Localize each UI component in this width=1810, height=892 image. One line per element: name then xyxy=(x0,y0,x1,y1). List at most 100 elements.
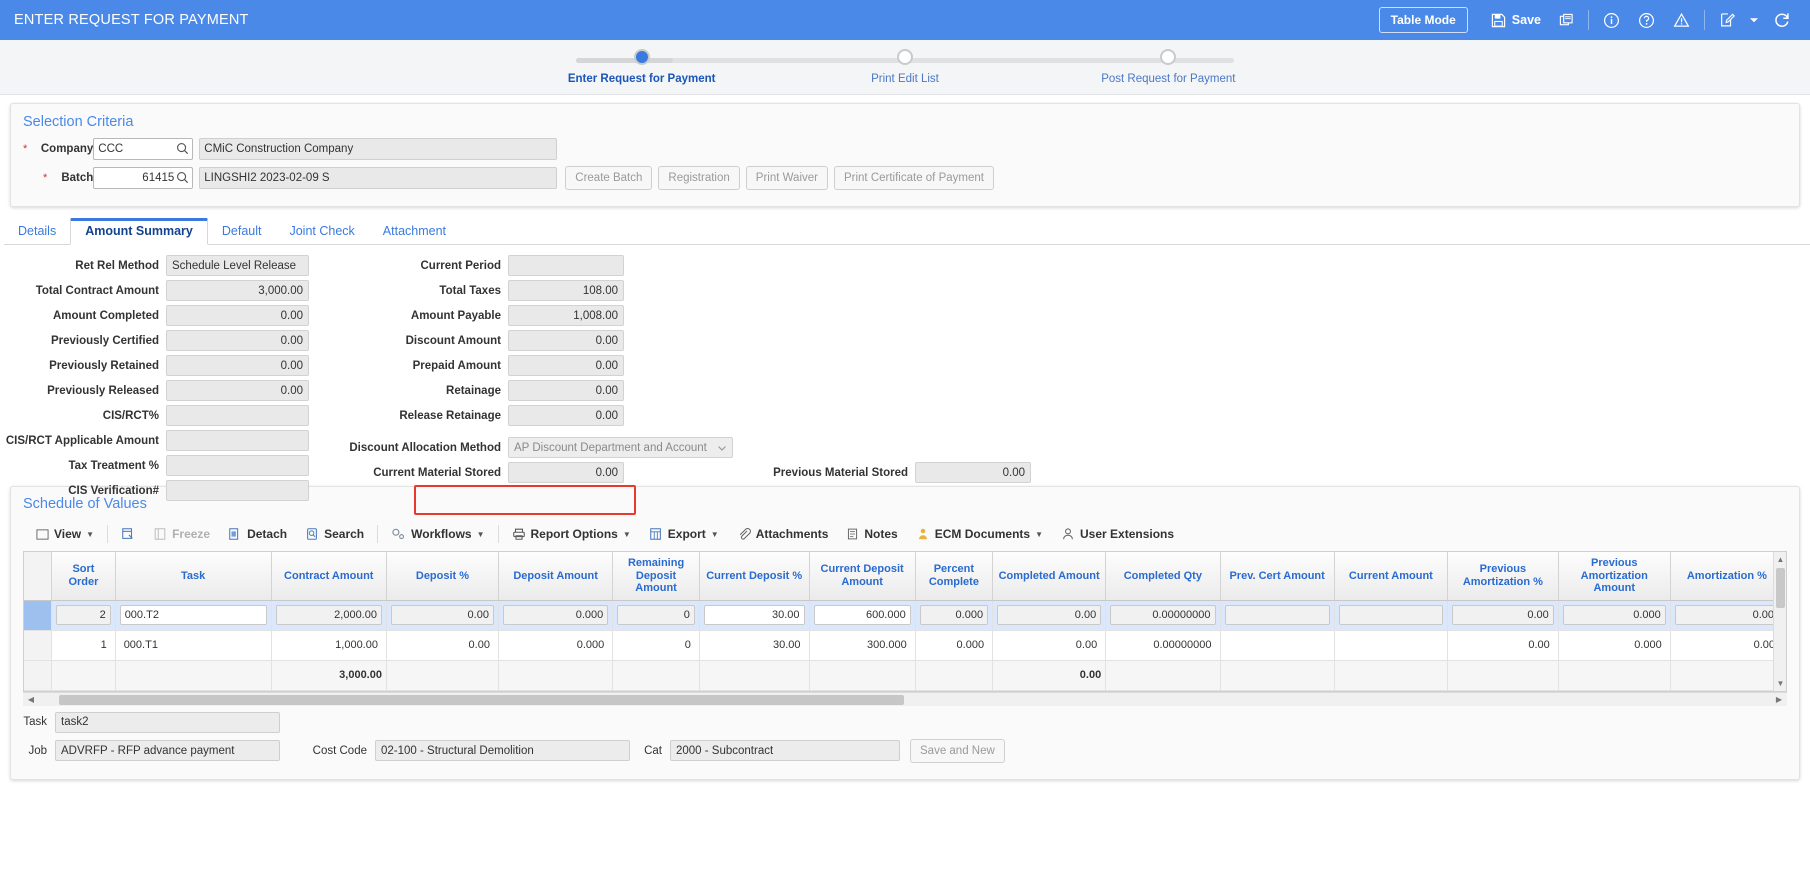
stepper-step-1[interactable]: Print Edit List xyxy=(773,49,1036,85)
cell-r0-c0[interactable]: 2 xyxy=(51,600,116,631)
tab-amount-summary[interactable]: Amount Summary xyxy=(70,218,208,245)
cell-r0-c4[interactable]: 0.000 xyxy=(498,600,614,631)
toolbar-detach[interactable]: Detach xyxy=(219,523,296,545)
vertical-scrollbar[interactable]: ▲ ▼ xyxy=(1773,552,1786,691)
cell-input[interactable]: 0.000 xyxy=(919,605,989,626)
toolbar-export[interactable]: Export ▼ xyxy=(640,523,728,545)
chevron-down-icon[interactable]: ▼ xyxy=(623,530,631,539)
cell-r1-c6[interactable]: 30.00 xyxy=(699,630,810,661)
scroll-up-icon[interactable]: ▲ xyxy=(1774,552,1787,566)
criteria-button-2[interactable]: Print Waiver xyxy=(745,166,828,190)
column-header-13[interactable]: Previous Amortization % xyxy=(1447,552,1559,601)
cat-field[interactable]: 2000 - Subcontract xyxy=(670,740,900,762)
cell-r1-c10[interactable]: 0.00000000 xyxy=(1105,630,1221,661)
column-header-3[interactable]: Deposit % xyxy=(386,552,499,601)
cell-r0-c15[interactable]: 0.00 xyxy=(1670,600,1785,631)
column-header-7[interactable]: Current Deposit Amount xyxy=(809,552,916,601)
column-header-10[interactable]: Completed Qty xyxy=(1105,552,1221,601)
chevron-down-icon[interactable]: ▼ xyxy=(477,530,485,539)
chevron-down-icon[interactable]: ▼ xyxy=(1035,530,1043,539)
cell-r1-c12[interactable] xyxy=(1334,630,1448,661)
cell-input[interactable]: 0.00 xyxy=(1451,605,1554,626)
discount-allocation-select[interactable]: AP Discount Department and Account xyxy=(508,437,733,458)
cell-r0-c2[interactable]: 2,000.00 xyxy=(271,600,387,631)
column-header-2[interactable]: Contract Amount xyxy=(271,552,387,601)
column-header-0[interactable]: Sort Order xyxy=(51,552,116,601)
cell-r1-c0[interactable]: 1 xyxy=(51,630,116,661)
stepper-step-2[interactable]: Post Request for Payment xyxy=(1037,49,1300,85)
vertical-scroll-thumb[interactable] xyxy=(1776,568,1785,608)
cell-r0-c8[interactable]: 0.000 xyxy=(915,600,994,631)
edit-icon[interactable] xyxy=(1710,7,1744,33)
cell-input[interactable]: 0.00 xyxy=(1674,605,1779,626)
cell-input[interactable]: 000.T2 xyxy=(119,605,267,626)
company-lookup[interactable] xyxy=(93,138,194,160)
table-mode-button[interactable]: Table Mode xyxy=(1378,7,1468,33)
toolbar-detach-query[interactable] xyxy=(112,523,144,545)
toolbar-workflows[interactable]: Workflows ▼ xyxy=(382,523,493,545)
company-code-input[interactable] xyxy=(93,138,194,160)
scroll-left-icon[interactable]: ◀ xyxy=(23,693,39,706)
toolbar-notes[interactable]: Notes xyxy=(837,523,906,545)
row-selector[interactable] xyxy=(24,630,53,661)
criteria-button-1[interactable]: Registration xyxy=(658,166,740,190)
table-row[interactable]: 2 000.T2 2,000.00 0.00 0.000 0 30.00 600.000 0.0… xyxy=(24,600,1785,631)
warning-icon[interactable] xyxy=(1664,7,1699,33)
tab-default[interactable]: Default xyxy=(208,219,276,244)
toolbar-view[interactable]: View ▼ xyxy=(27,523,103,545)
criteria-button-3[interactable]: Print Certificate of Payment xyxy=(833,166,994,190)
column-header-5[interactable]: Remaining Deposit Amount xyxy=(612,552,700,601)
cell-input[interactable]: 2,000.00 xyxy=(275,605,382,626)
cell-r1-c4[interactable]: 0.000 xyxy=(498,630,614,661)
column-header-11[interactable]: Prev. Cert Amount xyxy=(1220,552,1335,601)
task-field[interactable]: task2 xyxy=(55,711,280,733)
column-header-12[interactable]: Current Amount xyxy=(1334,552,1448,601)
cell-r0-c1[interactable]: 000.T2 xyxy=(115,600,272,631)
cell-input[interactable]: 30.00 xyxy=(703,605,805,626)
cell-input[interactable]: 0.00000000 xyxy=(1110,605,1216,626)
batch-code-input[interactable] xyxy=(93,167,194,189)
cell-input[interactable]: 0 xyxy=(617,605,695,626)
cell-r1-c11[interactable] xyxy=(1220,630,1335,661)
stepper-step-0[interactable]: Enter Request for Payment xyxy=(510,49,773,85)
cell-r0-c13[interactable]: 0.00 xyxy=(1447,600,1559,631)
cell-r1-c9[interactable]: 0.00 xyxy=(992,630,1107,661)
toolbar-user-extensions[interactable]: User Extensions xyxy=(1052,523,1183,545)
cost-code-field[interactable]: 02-100 - Structural Demolition xyxy=(375,740,630,762)
criteria-button-0[interactable]: Create Batch xyxy=(565,166,653,190)
cell-input[interactable]: 2 xyxy=(56,605,111,626)
scroll-down-icon[interactable]: ▼ xyxy=(1774,677,1787,691)
cell-r1-c3[interactable]: 0.00 xyxy=(386,630,499,661)
column-header-6[interactable]: Current Deposit % xyxy=(699,552,810,601)
cell-r0-c6[interactable]: 30.00 xyxy=(699,600,810,631)
cell-r0-c14[interactable]: 0.000 xyxy=(1558,600,1671,631)
chevron-down-icon[interactable] xyxy=(1744,7,1764,33)
cell-r1-c13[interactable]: 0.00 xyxy=(1447,630,1559,661)
save-and-new-button[interactable]: Save and New xyxy=(910,738,1005,763)
cell-r0-c12[interactable] xyxy=(1334,600,1448,631)
chevron-down-icon[interactable]: ▼ xyxy=(711,530,719,539)
cell-r1-c2[interactable]: 1,000.00 xyxy=(271,630,387,661)
column-header-9[interactable]: Completed Amount xyxy=(992,552,1107,601)
help-icon[interactable] xyxy=(1629,7,1664,33)
cell-r0-c11[interactable] xyxy=(1220,600,1335,631)
cell-r1-c8[interactable]: 0.000 xyxy=(915,630,994,661)
cell-r0-c3[interactable]: 0.00 xyxy=(386,600,499,631)
batch-lookup[interactable] xyxy=(93,167,194,189)
column-header-1[interactable]: Task xyxy=(115,552,272,601)
cell-r1-c7[interactable]: 300.000 xyxy=(809,630,916,661)
cell-r1-c14[interactable]: 0.000 xyxy=(1558,630,1671,661)
horizontal-scroll-thumb[interactable] xyxy=(59,694,904,705)
copy-icon[interactable] xyxy=(1550,7,1583,33)
cell-input[interactable]: 0.000 xyxy=(1562,605,1666,626)
tab-attachment[interactable]: Attachment xyxy=(369,219,460,244)
row-selector[interactable] xyxy=(24,600,53,631)
cell-r1-c1[interactable]: 000.T1 xyxy=(115,630,272,661)
chevron-down-icon[interactable]: ▼ xyxy=(86,530,94,539)
cell-r0-c5[interactable]: 0 xyxy=(612,600,700,631)
cell-input[interactable]: 600.000 xyxy=(813,605,911,626)
tab-details[interactable]: Details xyxy=(4,219,70,244)
column-header-15[interactable]: Amortization % xyxy=(1670,552,1785,601)
tab-joint-check[interactable]: Joint Check xyxy=(275,219,368,244)
toolbar-report-options[interactable]: Report Options ▼ xyxy=(503,523,640,545)
